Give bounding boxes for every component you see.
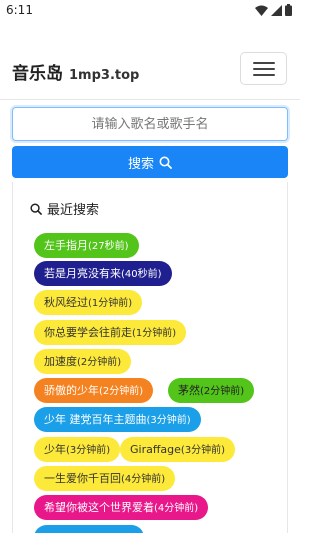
tag-time: (2分钟前): [99, 386, 144, 397]
menu-toggle-button[interactable]: [240, 52, 287, 85]
recent-search-tag[interactable]: 少年 建党百年主题曲(3分钟前): [34, 407, 201, 432]
recent-search-tag[interactable]: 茅然(2分钟前): [168, 378, 255, 403]
hamburger-icon-line: [253, 62, 275, 64]
brand-title: 音乐岛: [12, 64, 63, 84]
tag-name: 希望你被这个世界爱着: [44, 501, 154, 514]
tag-time: (4分钟前): [154, 503, 199, 514]
search-button-label: 搜索: [127, 156, 154, 172]
recent-search-tag[interactable]: 少年(3分钟前): [34, 437, 121, 462]
tag-name: 你总要学会往前走: [44, 326, 132, 339]
wifi-icon: [255, 5, 268, 16]
status-time: 6:11: [6, 3, 33, 17]
signal-icon: [271, 4, 282, 16]
tag-name: 若是月亮没有来: [44, 267, 121, 280]
tag-time: (3分钟前): [180, 445, 226, 456]
status-bar: 6:11: [0, 0, 300, 24]
recent-search-tag[interactable]: 秋风经过(1分钟前): [34, 290, 143, 315]
recent-search-tag[interactable]: 加速度(2分钟前): [34, 349, 132, 374]
tag-name: 加速度: [44, 355, 77, 368]
tag-time: (1分钟前): [132, 328, 177, 339]
tag-time: (3分钟前): [66, 445, 111, 456]
tag-name: 秋风经过: [44, 296, 88, 309]
hamburger-icon-line: [253, 68, 275, 70]
recent-search-tag[interactable]: 你总要学会往前走(1分钟前): [34, 320, 187, 345]
tag-name: 茅然: [178, 384, 200, 397]
recent-search-tag[interactable]: [34, 525, 144, 533]
navbar: 音乐岛 1mp3.top: [0, 40, 300, 100]
brand[interactable]: 音乐岛 1mp3.top: [12, 59, 139, 84]
search-icon: [159, 156, 172, 169]
tag-name: 左手指月: [44, 239, 88, 252]
tag-time: (3分钟前): [146, 415, 191, 426]
tag-name: Giraffage: [130, 443, 181, 456]
tag-name: 一生爱你千百回: [44, 472, 121, 485]
search-button[interactable]: 搜索: [12, 146, 288, 178]
tag-name: 少年 建党百年主题曲: [44, 413, 147, 426]
tag-time: (4分钟前): [121, 474, 166, 485]
recent-search-heading: 最近搜索: [30, 199, 99, 218]
recent-search-tag[interactable]: 希望你被这个世界爱着(4分钟前): [34, 495, 209, 520]
search-icon: [30, 202, 42, 215]
tag-time: (27秒前): [88, 241, 129, 252]
search-input[interactable]: [12, 107, 288, 141]
hamburger-icon-line: [253, 74, 275, 76]
tag-name: 少年: [44, 443, 66, 456]
recent-search-tag[interactable]: Giraffage(3分钟前): [120, 437, 236, 462]
recent-search-tag[interactable]: 左手指月(27秒前): [34, 233, 139, 258]
brand-domain: 1mp3.top: [69, 68, 140, 83]
battery-icon: [285, 4, 292, 16]
recent-search-title: 最近搜索: [47, 203, 100, 218]
recent-search-tag[interactable]: 一生爱你千百回(4分钟前): [34, 466, 176, 491]
tag-time: (2分钟前): [77, 357, 122, 368]
tag-time: (1分钟前): [88, 298, 133, 309]
tag-name: 骄傲的少年: [44, 384, 99, 397]
tag-time: (2分钟前): [200, 386, 245, 397]
tag-time: (40秒前): [121, 269, 162, 280]
recent-search-tag[interactable]: 若是月亮没有来(40秒前): [34, 261, 172, 286]
recent-search-tag[interactable]: 骄傲的少年(2分钟前): [34, 378, 154, 403]
status-icons: [255, 4, 292, 16]
